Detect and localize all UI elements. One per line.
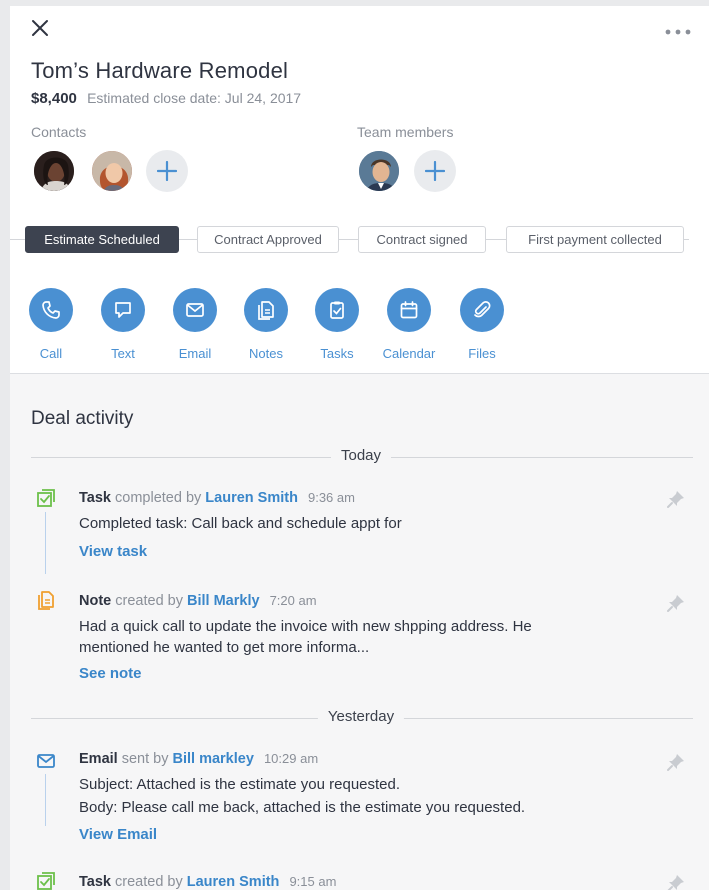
plus-icon — [157, 161, 177, 181]
email-subject: Subject: Attached is the estimate you re… — [79, 776, 401, 793]
entry-person-link[interactable]: Lauren Smith — [205, 490, 298, 506]
date-divider-label: Today — [330, 447, 392, 464]
estimated-close-date: Estimated close date: Jul 24, 2017 — [87, 90, 302, 106]
files-button[interactable]: Files — [447, 288, 517, 361]
entry-person-link[interactable]: Bill markley — [173, 751, 254, 767]
entry-verb: created by — [115, 593, 183, 609]
entry-type: Task — [79, 490, 111, 506]
entry-verb: sent by — [121, 751, 169, 767]
entry-time: 10:29 am — [263, 751, 319, 766]
date-divider-label: Yesterday — [317, 708, 405, 725]
entry-time: 9:36 am — [307, 490, 355, 505]
entry-body: Completed task: Call back and schedule a… — [79, 515, 402, 532]
calendar-label: Calendar — [382, 346, 436, 361]
activity-entry-header: Note created by Bill Markly 7:20 am — [79, 593, 317, 609]
tasks-button[interactable]: Tasks — [302, 288, 372, 361]
close-icon[interactable] — [30, 18, 50, 38]
plus-icon — [425, 161, 445, 181]
entry-person-link[interactable]: Bill Markly — [187, 593, 260, 609]
deal-amount: $8,400 — [31, 90, 77, 107]
deal-title: Tom’s Hardware Remodel — [31, 58, 289, 83]
calendar-icon — [400, 301, 418, 319]
clipboard-check-icon — [330, 301, 344, 319]
timeline-connector — [45, 774, 46, 826]
team-members-label: Team members — [357, 124, 454, 140]
more-options-icon[interactable] — [665, 24, 691, 35]
entry-verb: completed by — [115, 490, 202, 506]
call-label: Call — [39, 346, 63, 361]
view-task-link[interactable]: View task — [79, 543, 147, 560]
contacts-label: Contacts — [31, 124, 87, 140]
stage-contract-signed[interactable]: Contract signed — [358, 226, 486, 253]
paperclip-icon — [474, 301, 491, 318]
envelope-icon — [186, 303, 204, 317]
chat-bubble-icon — [115, 302, 131, 318]
tasks-label: Tasks — [320, 346, 354, 361]
stage-first-payment-collected[interactable]: First payment collected — [506, 226, 684, 253]
entry-type: Email — [79, 751, 118, 767]
email-body: Body: Please call me back, attached is t… — [79, 799, 526, 816]
email-label: Email — [178, 346, 212, 361]
deal-header-section: Tom’s Hardware Remodel $8,400 Estimated … — [10, 6, 709, 374]
call-button[interactable]: Call — [16, 288, 86, 361]
entry-type: Task — [79, 874, 111, 890]
text-label: Text — [111, 346, 135, 361]
entry-body: Had a quick call to update the invoice w… — [79, 618, 532, 656]
see-note-link[interactable]: See note — [79, 665, 142, 682]
entry-verb: created by — [115, 874, 183, 890]
task-check-icon — [36, 871, 56, 890]
deal-summary: $8,400 Estimated close date: Jul 24, 201… — [31, 90, 301, 107]
contact-avatar[interactable] — [90, 149, 134, 193]
calendar-button[interactable]: Calendar — [374, 288, 444, 361]
view-email-link[interactable]: View Email — [79, 826, 157, 843]
deal-detail-panel: Tom’s Hardware Remodel $8,400 Estimated … — [10, 6, 709, 890]
contact-avatar[interactable] — [32, 149, 76, 193]
entry-person-link[interactable]: Lauren Smith — [187, 874, 280, 890]
notes-button[interactable]: Notes — [231, 288, 301, 361]
entry-type: Note — [79, 593, 112, 609]
phone-icon — [42, 301, 60, 319]
text-button[interactable]: Text — [88, 288, 158, 361]
stage-contract-approved[interactable]: Contract Approved — [197, 226, 339, 253]
timeline-connector — [45, 512, 46, 574]
activity-entry-header: Email sent by Bill markley 10:29 am — [79, 751, 318, 767]
note-icon — [36, 590, 56, 610]
deal-activity-heading: Deal activity — [31, 408, 134, 429]
stage-estimate-scheduled[interactable]: Estimate Scheduled — [25, 226, 179, 253]
activity-entry-header: Task completed by Lauren Smith 9:36 am — [79, 490, 355, 506]
team-member-avatar[interactable] — [357, 149, 401, 193]
email-button[interactable]: Email — [160, 288, 230, 361]
notes-label: Notes — [249, 346, 283, 361]
task-check-icon — [36, 488, 56, 508]
pin-icon[interactable] — [665, 872, 687, 890]
pin-icon[interactable] — [665, 592, 687, 614]
envelope-icon — [36, 751, 56, 771]
activity-entry-header: Task created by Lauren Smith 9:15 am — [79, 874, 336, 890]
add-contact-button[interactable] — [146, 150, 188, 192]
note-icon — [258, 301, 274, 320]
entry-time: 7:20 am — [269, 593, 317, 608]
entry-time: 9:15 am — [289, 874, 337, 889]
files-label: Files — [468, 346, 496, 361]
add-team-member-button[interactable] — [414, 150, 456, 192]
pin-icon[interactable] — [665, 751, 687, 773]
pin-icon[interactable] — [665, 488, 687, 510]
